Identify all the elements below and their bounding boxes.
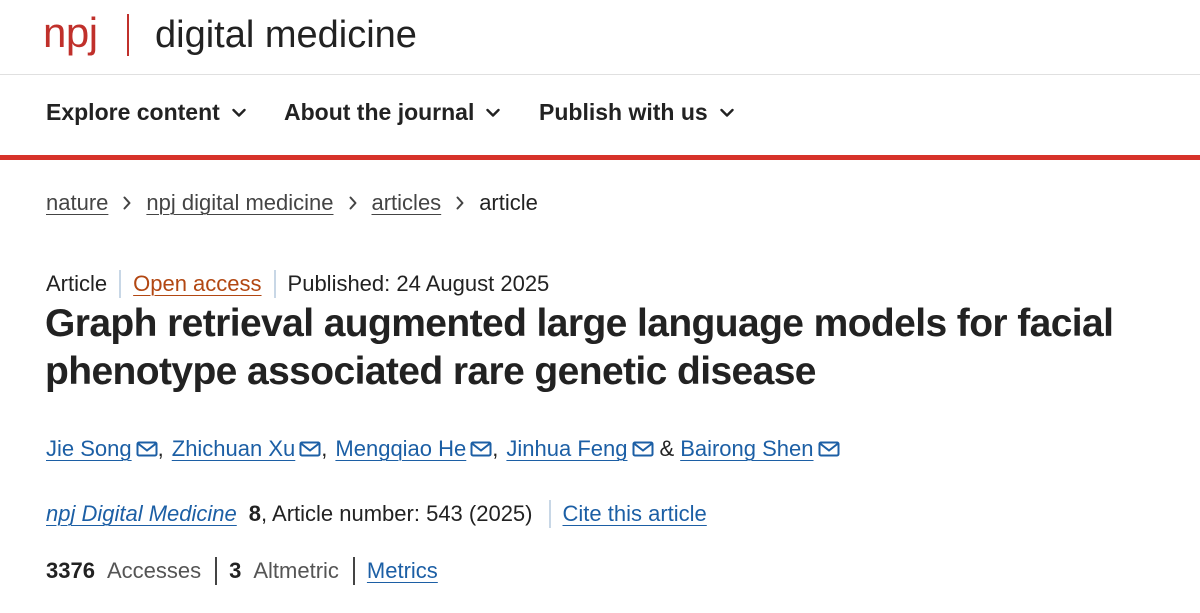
author-separator: , xyxy=(492,436,499,461)
article-number: , Article number: 543 (2025) xyxy=(261,501,533,526)
published-date: Published: 24 August 2025 xyxy=(287,271,550,296)
article-title: Graph retrieval augmented large language… xyxy=(45,302,1114,393)
accesses-count: 3376 xyxy=(46,558,95,583)
cite-this-article-link[interactable]: Cite this article xyxy=(563,501,707,527)
mail-icon[interactable] xyxy=(632,441,654,457)
altmetric-count: 3 xyxy=(229,558,242,583)
open-access-link[interactable]: Open access xyxy=(133,271,261,297)
author-link[interactable]: Zhichuan Xu xyxy=(172,436,296,462)
author-link[interactable]: Jinhua Feng xyxy=(506,436,627,462)
citation-divider xyxy=(548,500,551,528)
metrics-divider xyxy=(215,557,218,585)
nav-item-label: Explore content xyxy=(46,99,220,125)
chevron-right-icon xyxy=(123,196,131,210)
site-header: npj digital medicine xyxy=(0,0,1200,75)
chevron-right-icon xyxy=(349,196,356,210)
author-link[interactable]: Jie Song xyxy=(46,436,132,462)
main-nav: Explore content About the journal Publis… xyxy=(0,75,1200,160)
npj-logo[interactable]: npj xyxy=(43,7,98,59)
author-list: Jie Song , Zhichuan Xu , Mengqiao He , J… xyxy=(46,436,840,462)
metrics-divider xyxy=(352,557,355,585)
meta-divider xyxy=(273,270,276,298)
mail-icon[interactable] xyxy=(136,441,158,457)
nav-item-label: Publish with us xyxy=(539,99,708,125)
citation-line: npj Digital Medicine 8 , Article number:… xyxy=(46,500,707,528)
article-metrics: 3376 Accesses 3 Altmetric Metrics xyxy=(46,557,438,585)
chevron-down-icon xyxy=(719,108,734,117)
breadcrumb-link-nature[interactable]: nature xyxy=(46,190,108,216)
author-separator: , xyxy=(157,436,164,461)
article-type: Article xyxy=(46,271,108,296)
meta-divider xyxy=(119,270,122,298)
breadcrumb-current: article xyxy=(479,190,538,215)
chevron-right-icon xyxy=(456,196,464,210)
article-meta: Article Open access Published: 24 August… xyxy=(46,270,549,298)
accesses-label: Accesses xyxy=(106,558,202,583)
author-link[interactable]: Bairong Shen xyxy=(680,436,813,462)
author-conjunction: & xyxy=(659,436,675,461)
metrics-link[interactable]: Metrics xyxy=(367,558,438,584)
journal-link[interactable]: npj Digital Medicine xyxy=(46,501,237,527)
volume-number: 8 xyxy=(248,501,262,526)
nav-about-journal[interactable]: About the journal xyxy=(284,99,501,126)
nav-explore-content[interactable]: Explore content xyxy=(46,99,246,126)
author-link[interactable]: Mengqiao He xyxy=(335,436,466,462)
mail-icon[interactable] xyxy=(818,441,840,457)
logo-divider xyxy=(127,14,129,56)
nav-item-label: About the journal xyxy=(284,99,475,125)
nav-publish-with-us[interactable]: Publish with us xyxy=(539,99,734,126)
chevron-down-icon xyxy=(486,108,501,117)
journal-title[interactable]: digital medicine xyxy=(155,9,417,61)
altmetric-label: Altmetric xyxy=(253,558,339,583)
author-separator: , xyxy=(321,436,328,461)
chevron-down-icon xyxy=(232,108,246,117)
mail-icon[interactable] xyxy=(299,441,321,457)
mail-icon[interactable] xyxy=(470,441,492,457)
breadcrumb-link-journal[interactable]: npj digital medicine xyxy=(146,190,333,216)
breadcrumb-link-articles[interactable]: articles xyxy=(372,190,442,216)
breadcrumb: nature npj digital medicine articles art… xyxy=(46,190,538,216)
